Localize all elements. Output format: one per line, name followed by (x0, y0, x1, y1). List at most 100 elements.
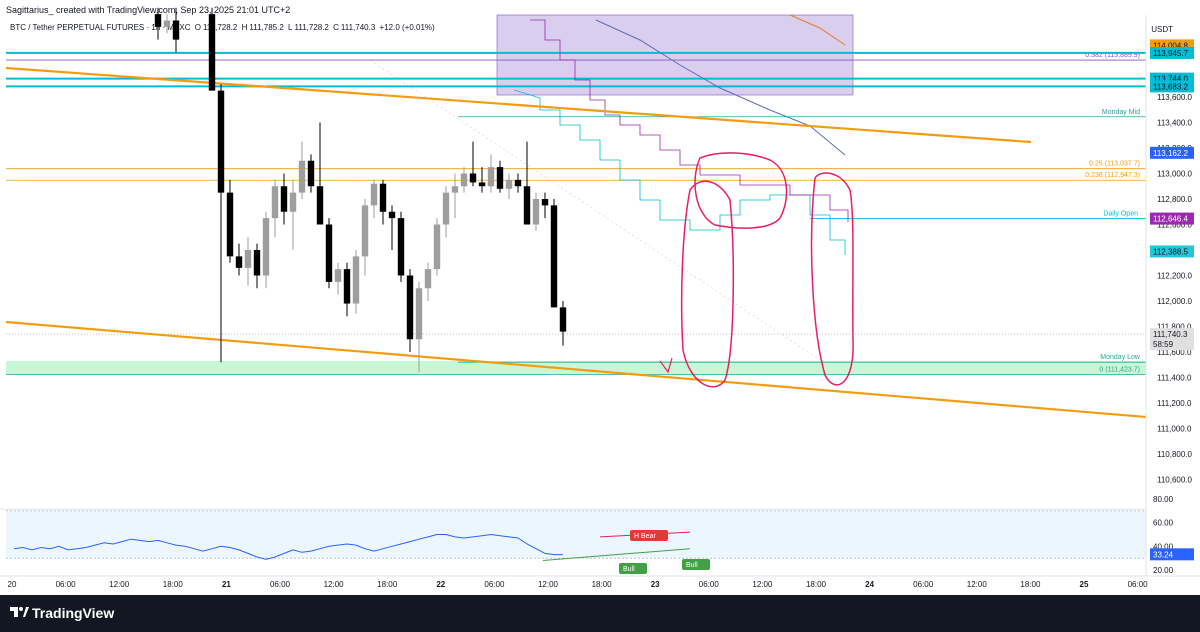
price-tick-7: 112,200.0 (1157, 272, 1193, 281)
chart-root: Sagittarius_ created with TradingView.co… (0, 0, 1200, 632)
price-tick-8: 112,000.0 (1157, 297, 1193, 306)
candle-body-31[interactable] (460, 173, 468, 187)
rsi-tick-0: 80.00 (1153, 495, 1174, 504)
time-tick-12: 23 (651, 580, 660, 589)
candle-body-24[interactable] (397, 218, 405, 276)
time-tick-6: 12:00 (324, 580, 345, 589)
price-tick-11: 111,400.0 (1157, 374, 1192, 383)
candle-body-15[interactable] (316, 186, 324, 225)
level-label-6: Monday Low (1100, 354, 1141, 361)
time-tick-8: 22 (436, 580, 445, 589)
time-tick-9: 06:00 (484, 580, 505, 589)
candle-body-11[interactable] (280, 186, 288, 212)
candle-body-14[interactable] (307, 160, 315, 187)
candle-body-16[interactable] (325, 224, 333, 282)
highlight-circle-right (810, 172, 854, 386)
time-tick-20: 25 (1080, 580, 1089, 589)
candle-body-3[interactable] (208, 14, 216, 91)
time-tick-2: 12:00 (109, 580, 130, 589)
time-tick-15: 18:00 (806, 580, 827, 589)
candle-body-10[interactable] (271, 186, 279, 219)
time-tick-3: 18:00 (163, 580, 184, 589)
candle-body-6[interactable] (235, 256, 243, 268)
price-badge-text-4: 113,162.2 (1153, 149, 1189, 158)
rsi-tick-3: 20.00 (1153, 566, 1174, 575)
price-badge-text-5: 112,646.4 (1153, 215, 1189, 224)
time-tick-21: 06:00 (1128, 580, 1149, 589)
candle-body-4[interactable] (217, 90, 225, 193)
candle-body-26[interactable] (415, 288, 423, 340)
rsi-last-text: 33.24 (1153, 550, 1174, 559)
price-badge-text-8: 58:59 (1153, 340, 1174, 349)
candle-body-21[interactable] (370, 183, 378, 206)
candle-body-40[interactable] (541, 199, 549, 206)
time-tick-11: 18:00 (592, 580, 613, 589)
price-badge-text-6: 112,388.5 (1153, 247, 1189, 256)
candle-body-5[interactable] (226, 192, 234, 257)
candle-body-7[interactable] (244, 250, 252, 268)
rsi-signal-text-2: Bull (686, 562, 698, 569)
candle-body-25[interactable] (406, 275, 414, 340)
candle-body-36[interactable] (505, 179, 513, 189)
candle-body-13[interactable] (298, 160, 306, 193)
candle-body-30[interactable] (451, 186, 459, 193)
candle-body-33[interactable] (478, 182, 486, 187)
candle-body-28[interactable] (433, 224, 441, 270)
rsi-band (6, 510, 1146, 559)
level-label-5: Daily Open (1103, 211, 1138, 218)
level-label-4: Monday Mid (1102, 109, 1140, 116)
candle-body-41[interactable] (550, 205, 558, 308)
time-tick-18: 12:00 (967, 580, 988, 589)
candle-body-17[interactable] (334, 269, 342, 282)
currency-label: USDT (1151, 25, 1173, 34)
level-label-2: 0.236 (112,947.3) (1085, 172, 1140, 179)
candle-body-1[interactable] (163, 20, 171, 27)
time-tick-10: 12:00 (538, 580, 559, 589)
candle-body-34[interactable] (487, 167, 495, 187)
candle-body-8[interactable] (253, 250, 261, 276)
rsi-tick-1: 60.00 (1153, 519, 1174, 528)
candle-body-29[interactable] (442, 192, 450, 225)
price-badge-text-1: 113,945.7 (1153, 49, 1189, 58)
candle-body-2[interactable] (172, 20, 180, 40)
candle-body-12[interactable] (289, 192, 297, 212)
time-tick-5: 06:00 (270, 580, 291, 589)
time-tick-7: 18:00 (377, 580, 398, 589)
tradingview-logo-icon[interactable] (9, 604, 29, 620)
rsi-signal-text-1: Bull (623, 566, 635, 573)
footer-bar (0, 595, 1200, 632)
candle-body-9[interactable] (262, 218, 270, 276)
candle-body-18[interactable] (343, 269, 351, 304)
candle-body-27[interactable] (424, 269, 432, 289)
price-tick-1: 113,400.0 (1157, 119, 1193, 128)
candle-body-20[interactable] (361, 205, 369, 257)
cyan-step-line (513, 89, 846, 255)
candle-body-23[interactable] (388, 211, 396, 219)
candle-body-38[interactable] (523, 186, 531, 225)
candle-body-19[interactable] (352, 256, 360, 304)
candle-body-42[interactable] (559, 307, 567, 332)
candle-body-35[interactable] (496, 167, 504, 189)
candle-body-0[interactable] (154, 14, 162, 27)
candle-body-22[interactable] (379, 183, 387, 212)
price-tick-4: 112,800.0 (1157, 195, 1193, 204)
time-tick-19: 18:00 (1020, 580, 1041, 589)
green-zone (6, 360, 1146, 375)
level-label-3: 0 (111,423.7) (1099, 366, 1140, 373)
candle-body-32[interactable] (469, 173, 477, 183)
candle-body-37[interactable] (514, 179, 522, 187)
highlight-circle-left (680, 180, 735, 388)
price-tick-0: 113,600.0 (1157, 93, 1193, 102)
chart-canvas[interactable]: USDT 0.382 (113,889.9)0.25 (113,037.7)0.… (0, 0, 1200, 595)
tradingview-brand[interactable]: TradingView (32, 605, 114, 621)
purple-zone (496, 14, 854, 96)
price-tick-15: 110,600.0 (1157, 476, 1193, 485)
candle-body-39[interactable] (532, 199, 540, 225)
highlight-circle-top (694, 152, 788, 229)
price-tick-12: 111,200.0 (1157, 399, 1192, 408)
price-tick-3: 113,000.0 (1157, 170, 1193, 179)
price-badge-text-7: 111,740.3 (1153, 330, 1188, 339)
price-badge-text-3: 113,683.2 (1153, 82, 1189, 91)
time-tick-1: 06:00 (56, 580, 77, 589)
time-tick-17: 06:00 (913, 580, 934, 589)
